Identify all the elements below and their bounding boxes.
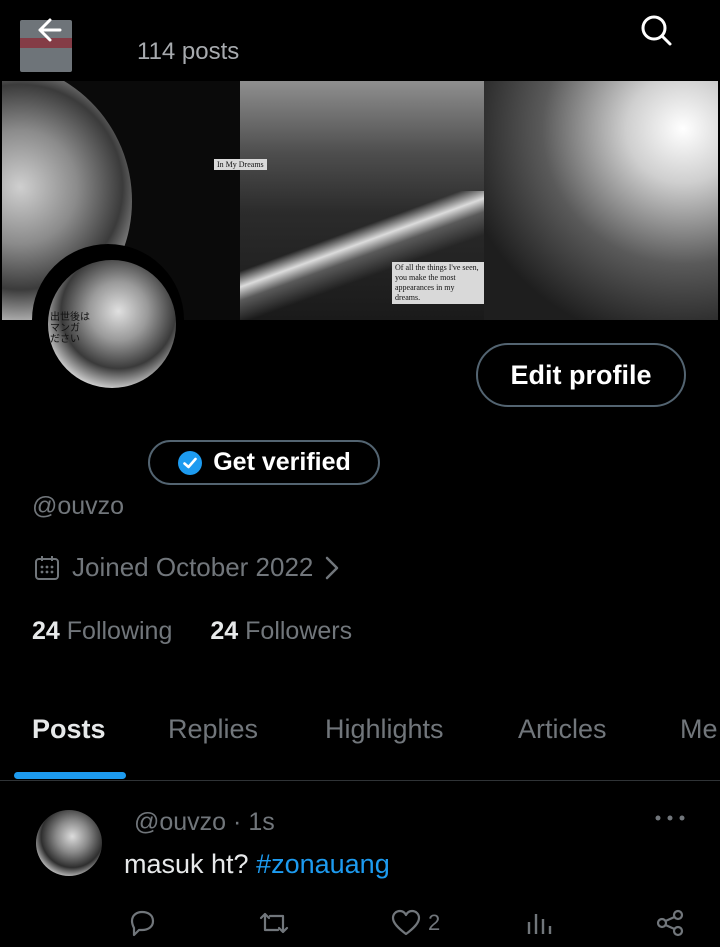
- like-count: 2: [428, 910, 441, 935]
- banner-quote: Of all the things I've seen, you make th…: [392, 262, 484, 304]
- tab-highlights[interactable]: Highlights: [325, 714, 444, 745]
- banner-panel-couple: [484, 81, 718, 320]
- tab-posts[interactable]: Posts: [32, 714, 106, 745]
- verified-badge-icon: [177, 450, 203, 476]
- avatar[interactable]: 出世後は マンガ ださい: [48, 260, 176, 388]
- reply-button[interactable]: [126, 908, 158, 938]
- reply-icon: [126, 908, 158, 938]
- calendar-icon: [32, 553, 62, 583]
- search-icon[interactable]: [636, 10, 676, 50]
- joined-date[interactable]: Joined October 2022: [32, 552, 341, 583]
- edit-profile-button[interactable]: Edit profile: [476, 343, 686, 407]
- repost-icon: [256, 908, 292, 938]
- share-button[interactable]: [654, 908, 686, 938]
- arrow-left-icon[interactable]: [32, 14, 64, 46]
- banner-panel-sea: In My Dreams Of all the things I've seen…: [214, 81, 484, 320]
- post-separator: ·: [233, 808, 242, 836]
- chevron-right-icon: [323, 555, 341, 581]
- joined-label: Joined October 2022: [72, 552, 314, 582]
- tab-articles[interactable]: Articles: [518, 714, 607, 745]
- banner-caption: In My Dreams: [214, 159, 267, 170]
- more-options-icon[interactable]: [654, 812, 686, 824]
- post-body: masuk ht? #zonauang: [124, 849, 390, 880]
- post-avatar[interactable]: [36, 810, 102, 876]
- post-actions: 2: [0, 900, 720, 947]
- profile-tabs: Posts Replies Highlights Articles Me: [0, 700, 720, 781]
- hashtag-link[interactable]: #zonauang: [256, 849, 390, 879]
- repost-button[interactable]: [256, 908, 292, 938]
- get-verified-label: Get verified: [213, 448, 351, 476]
- tab-media[interactable]: Me: [680, 714, 718, 745]
- tab-replies[interactable]: Replies: [168, 714, 258, 745]
- heart-icon: [390, 908, 422, 938]
- views-button[interactable]: [524, 908, 554, 938]
- post-handle[interactable]: @ouvzo: [134, 808, 226, 836]
- share-icon: [654, 908, 686, 938]
- get-verified-button[interactable]: Get verified: [148, 440, 380, 485]
- follow-stats: 24 Following 24 Followers: [32, 617, 352, 646]
- profile-handle: @ouvzo: [32, 492, 125, 520]
- active-tab-indicator: [14, 772, 126, 779]
- like-button[interactable]: 2: [390, 908, 440, 938]
- post-time[interactable]: 1s: [248, 808, 274, 836]
- following-link[interactable]: 24 Following: [32, 617, 172, 646]
- followers-link[interactable]: 24 Followers: [210, 617, 352, 646]
- analytics-icon: [524, 908, 554, 938]
- post-meta: @ouvzo · 1s: [134, 808, 275, 837]
- post-text: masuk ht?: [124, 849, 249, 879]
- posts-count: 114 posts: [137, 38, 240, 65]
